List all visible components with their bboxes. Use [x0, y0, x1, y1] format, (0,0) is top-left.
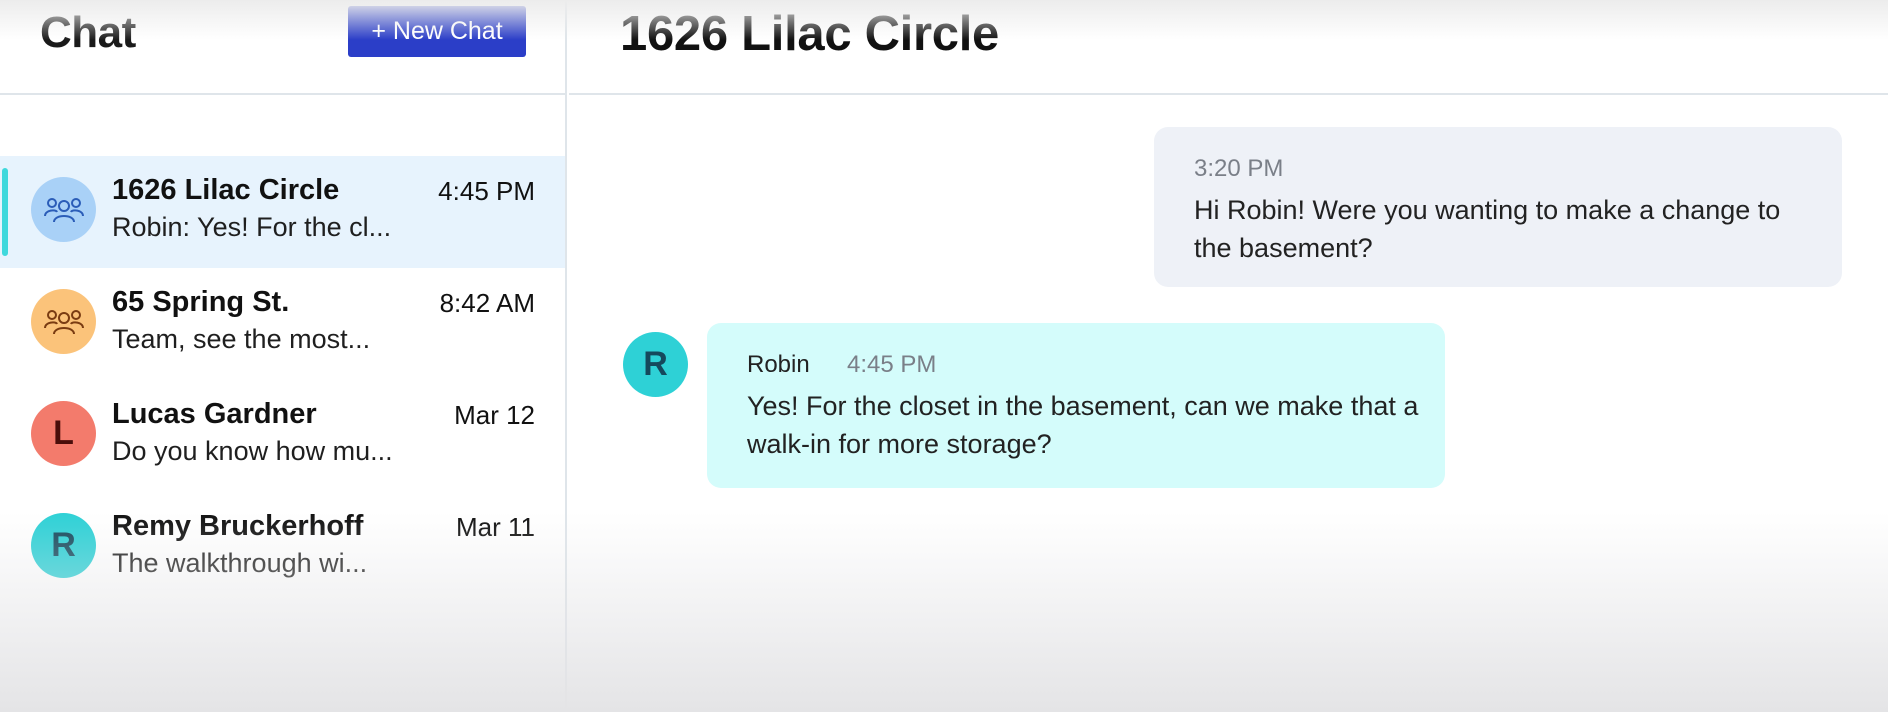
group-icon [43, 309, 84, 334]
chat-main: 1626 Lilac Circle 3:20 PM Hi Robin! Were… [569, 0, 1888, 712]
sidebar-title: Chat [40, 8, 136, 57]
conversation-name: Lucas Gardner [112, 398, 317, 430]
conversation-time: 4:45 PM [438, 176, 535, 206]
conversation-preview: Team, see the most... [112, 324, 371, 354]
avatar-letter: R [643, 345, 668, 383]
conversation-preview: Robin: Yes! For the cl... [112, 212, 392, 242]
avatar: L [31, 401, 96, 466]
message-time: 3:20 PM [1194, 155, 1284, 182]
conversation-name: 65 Spring St. [112, 286, 290, 318]
message-sender: Robin [747, 351, 810, 378]
message-text: Yes! For the closet in the basement, can… [747, 391, 1419, 459]
conversation-name: Remy Bruckerhoff [112, 510, 364, 542]
group-icon [43, 197, 84, 222]
conversation-preview: The walkthrough wi... [112, 548, 368, 578]
sidebar: Chat + New Chat 1626 Lilac Circle 4:45 P… [0, 0, 567, 712]
chat-app: Chat + New Chat 1626 Lilac Circle 4:45 P… [0, 0, 1888, 712]
conversation-time: Mar 12 [454, 400, 535, 430]
sender-avatar[interactable]: R [623, 332, 688, 397]
new-chat-button[interactable]: + New Chat [348, 6, 526, 57]
avatar: R [31, 513, 96, 578]
group-avatar [31, 289, 96, 354]
conversation-item-remy-bruckerhoff[interactable]: R Remy Bruckerhoff Mar 11 The walkthroug… [0, 492, 565, 604]
active-indicator [2, 168, 8, 256]
chat-header: 1626 Lilac Circle [569, 0, 1888, 95]
avatar-letter: R [51, 526, 76, 564]
avatar-letter: L [53, 414, 74, 452]
outgoing-message: 3:20 PM Hi Robin! Were you wanting to ma… [1154, 127, 1842, 287]
sidebar-header: Chat + New Chat [0, 0, 567, 95]
message-text: Hi Robin! Were you wanting to make a cha… [1194, 195, 1781, 263]
conversation-time: 8:42 AM [439, 288, 535, 318]
conversation-item-1626-lilac-circle[interactable]: 1626 Lilac Circle 4:45 PM Robin: Yes! Fo… [0, 156, 565, 268]
conversation-preview: Do you know how mu... [112, 436, 393, 466]
chat-title: 1626 Lilac Circle [620, 7, 999, 61]
group-avatar [31, 177, 96, 242]
conversation-list: 1626 Lilac Circle 4:45 PM Robin: Yes! Fo… [0, 156, 565, 604]
conversation-name: 1626 Lilac Circle [112, 174, 340, 206]
conversation-item-lucas-gardner[interactable]: L Lucas Gardner Mar 12 Do you know how m… [0, 380, 565, 492]
incoming-message: Robin 4:45 PM Yes! For the closet in the… [707, 323, 1445, 488]
conversation-item-65-spring-st[interactable]: 65 Spring St. 8:42 AM Team, see the most… [0, 268, 565, 380]
conversation-time: Mar 11 [456, 512, 535, 542]
message-time: 4:45 PM [847, 351, 937, 378]
